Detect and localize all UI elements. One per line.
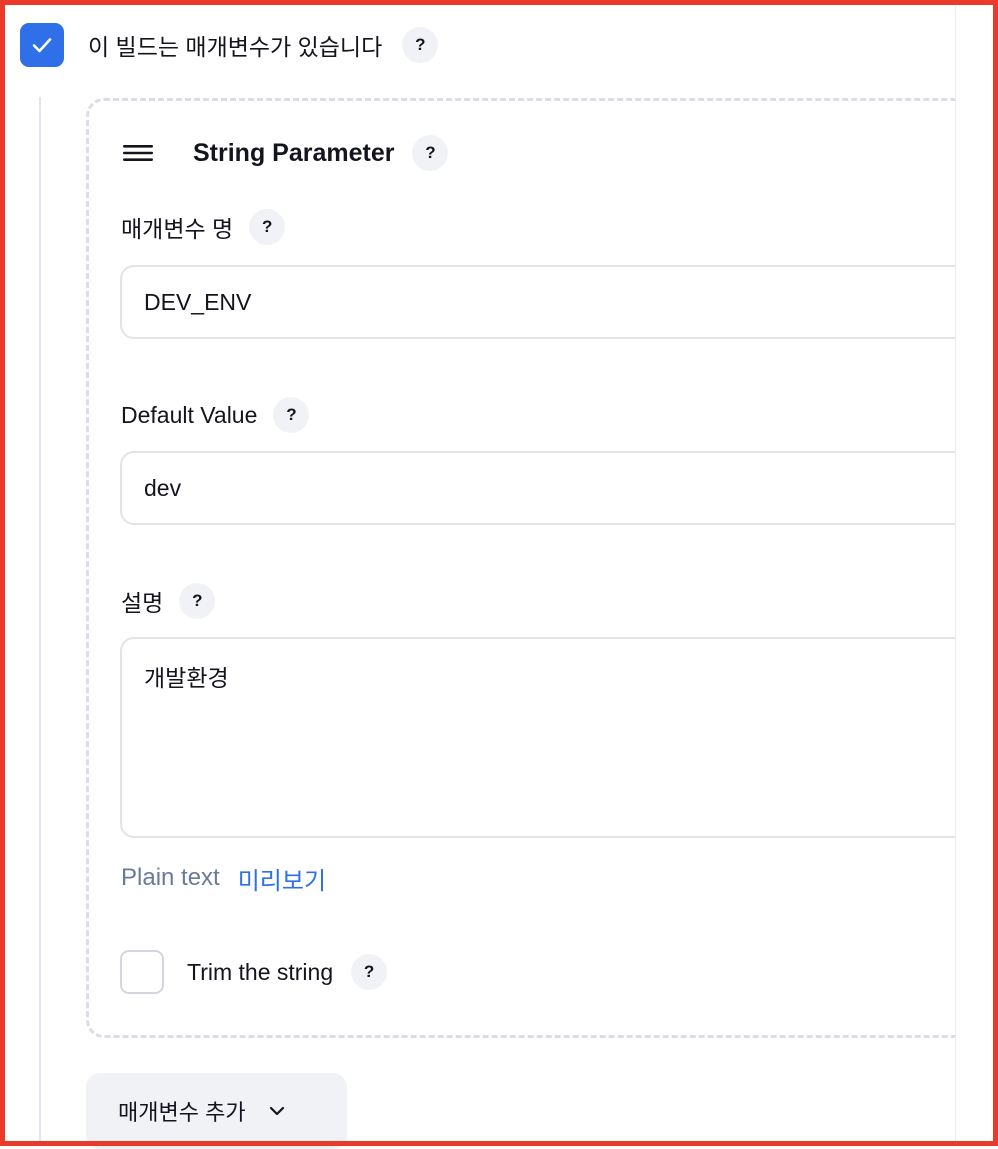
checkmark-icon	[32, 38, 52, 53]
nesting-line	[39, 97, 41, 1146]
add-parameter-button[interactable]: 매개변수 추가	[86, 1073, 347, 1149]
parameter-help-icon[interactable]: ?	[412, 135, 449, 171]
parameter-header: String Parameter ?	[123, 135, 449, 171]
name-field-label-row: 매개변수 명 ?	[121, 209, 286, 245]
trim-row: Trim the string ?	[120, 950, 388, 994]
default-help-icon[interactable]: ?	[273, 397, 310, 433]
parameter-name-input[interactable]: DEV_ENV	[120, 265, 998, 339]
chevron-down-icon	[269, 1106, 284, 1116]
default-value-input[interactable]: dev	[120, 451, 998, 525]
parameter-title: String Parameter	[193, 138, 395, 167]
name-field-label: 매개변수 명	[121, 216, 234, 242]
plain-text-label: Plain text	[121, 864, 220, 891]
default-field-label-row: Default Value ?	[121, 397, 310, 433]
trim-checkbox[interactable]	[120, 950, 164, 994]
description-label-row: 설명 ?	[121, 583, 216, 619]
drag-handle-icon[interactable]	[123, 144, 153, 162]
params-toggle-row: 이 빌드는 매개변수가 있습니다 ?	[20, 23, 439, 67]
add-parameter-label: 매개변수 추가	[118, 1100, 246, 1125]
trim-help-icon[interactable]: ?	[351, 954, 388, 990]
format-row: Plain text 미리보기	[121, 861, 326, 896]
description-value: 개발환경	[144, 665, 229, 691]
page-edge	[955, 5, 993, 1141]
preview-link[interactable]: 미리보기	[238, 861, 326, 896]
params-checkbox[interactable]	[20, 23, 64, 67]
trim-label: Trim the string	[187, 958, 334, 985]
default-field-label: Default Value	[121, 401, 258, 428]
description-help-icon[interactable]: ?	[179, 583, 216, 619]
default-value-text: dev	[144, 474, 182, 501]
description-textarea[interactable]: 개발환경	[120, 637, 998, 838]
params-toggle-label: 이 빌드는 매개변수가 있습니다	[88, 34, 383, 60]
params-help-icon[interactable]: ?	[402, 27, 439, 63]
description-label: 설명	[121, 590, 164, 616]
parameter-name-value: DEV_ENV	[144, 288, 252, 315]
name-help-icon[interactable]: ?	[249, 209, 286, 245]
